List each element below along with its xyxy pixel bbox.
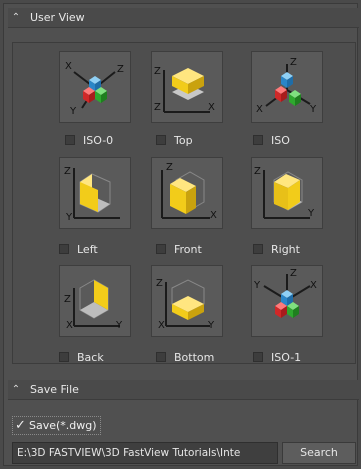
option-label: Front	[174, 242, 202, 256]
svg-text:X: X	[208, 102, 215, 113]
iso0-axes-cubes-icon[interactable]: Z X Y	[59, 51, 131, 123]
user-view-grid: Z X Y Z Z X Z X Y Z Y Z X Z Y Z X Y Z X …	[12, 42, 356, 364]
chevron-up-icon[interactable]: ⌃	[8, 12, 24, 23]
fastview-panel: ⌃ User View Z X Y Z Z X Z X Y Z Y Z X Z …	[3, 3, 359, 468]
x-axis-label: X	[65, 61, 72, 72]
iso-axes-cubes-icon[interactable]: Z X Y	[251, 51, 323, 123]
right-view-cube-icon[interactable]: Z Y	[251, 157, 323, 229]
option-label: Top	[174, 133, 193, 147]
svg-text:Y: Y	[65, 212, 73, 223]
option-label: ISO-0	[83, 133, 114, 147]
bottom-checkbox[interactable]	[156, 352, 166, 362]
svg-text:Z: Z	[156, 278, 163, 289]
front-view-cube-icon[interactable]: Z X	[151, 157, 223, 229]
z-axis-label: Z	[117, 64, 124, 75]
option-iso[interactable]: ISO	[253, 133, 290, 147]
save-file-panel: ✓ Save(*.dwg) E:\3D FASTVIEW\3D FastView…	[12, 408, 356, 468]
svg-text:Z: Z	[166, 162, 173, 173]
svg-text:Y: Y	[253, 280, 261, 291]
svg-text:Z: Z	[64, 166, 71, 177]
svg-text:Y: Y	[309, 104, 317, 115]
iso-checkbox[interactable]	[253, 135, 263, 145]
iso-0-checkbox[interactable]	[65, 135, 75, 145]
option-back[interactable]: Back	[59, 350, 104, 364]
checkmark-icon: ✓	[15, 418, 26, 433]
svg-text:Y: Y	[307, 208, 315, 219]
option-label: Back	[77, 350, 104, 364]
option-bottom[interactable]: Bottom	[156, 350, 214, 364]
search-button[interactable]: Search	[282, 442, 356, 464]
save-file-header[interactable]: ⌃ Save File	[8, 380, 359, 400]
iso-1-checkbox[interactable]	[253, 352, 263, 362]
svg-text:Z: Z	[64, 294, 71, 305]
svg-text:Y: Y	[115, 320, 123, 331]
option-label: Right	[271, 242, 300, 256]
y-axis-label: Y	[69, 106, 77, 117]
option-iso-1[interactable]: ISO-1	[253, 350, 301, 364]
top-view-cube-icon[interactable]: Z Z X	[151, 51, 223, 123]
option-iso-0[interactable]: ISO-0	[65, 133, 113, 147]
user-view-title: User View	[30, 11, 85, 24]
svg-text:Z: Z	[254, 166, 261, 177]
svg-text:Y: Y	[207, 320, 215, 331]
svg-text:X: X	[310, 280, 317, 291]
svg-text:Z: Z	[154, 102, 161, 113]
option-label: ISO-1	[271, 350, 302, 364]
svg-text:Z: Z	[290, 57, 297, 68]
option-label: Bottom	[174, 350, 215, 364]
svg-text:X: X	[158, 320, 165, 331]
svg-text:X: X	[256, 104, 263, 115]
front-checkbox[interactable]	[156, 244, 166, 254]
save-dwg-label: Save(*.dwg)	[29, 419, 97, 432]
svg-text:Z: Z	[290, 268, 297, 279]
option-right[interactable]: Right	[253, 242, 300, 256]
save-path-input[interactable]: E:\3D FASTVIEW\3D FastView Tutorials\Int…	[12, 442, 278, 464]
left-checkbox[interactable]	[59, 244, 69, 254]
right-checkbox[interactable]	[253, 244, 263, 254]
save-dwg-checkbox[interactable]: ✓ Save(*.dwg)	[12, 416, 101, 435]
option-label: Left	[77, 242, 98, 256]
user-view-header[interactable]: ⌃ User View	[8, 8, 359, 28]
svg-text:X: X	[66, 320, 73, 331]
back-checkbox[interactable]	[59, 352, 69, 362]
option-top[interactable]: Top	[156, 133, 193, 147]
option-label: ISO	[271, 133, 290, 147]
chevron-up-icon[interactable]: ⌃	[8, 384, 24, 395]
left-view-cube-icon[interactable]: Z Y	[59, 157, 131, 229]
iso1-axes-cubes-icon[interactable]: Z Y X	[251, 265, 323, 337]
bottom-view-cube-icon[interactable]: Z X Y	[151, 265, 223, 337]
svg-text:X: X	[210, 210, 217, 221]
svg-text:Z: Z	[154, 66, 161, 77]
option-front[interactable]: Front	[156, 242, 202, 256]
option-left[interactable]: Left	[59, 242, 98, 256]
save-file-title: Save File	[30, 383, 79, 396]
top-checkbox[interactable]	[156, 135, 166, 145]
back-view-cube-icon[interactable]: Z X Y	[59, 265, 131, 337]
